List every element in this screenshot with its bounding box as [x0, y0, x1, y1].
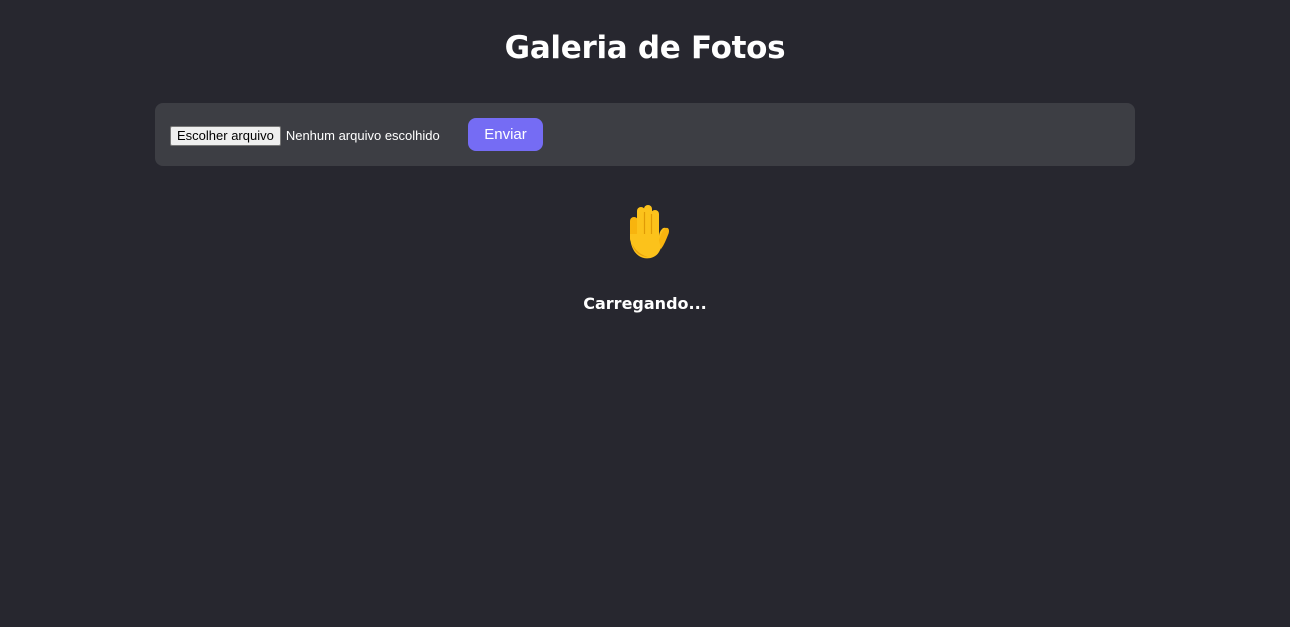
raised-hand-icon: [619, 200, 671, 262]
file-status-label: Nenhum arquivo escolhido: [285, 127, 440, 143]
file-input[interactable]: Escolher arquivo Nenhum arquivo escolhid…: [170, 125, 440, 146]
page-title: Galeria de Fotos: [504, 30, 786, 66]
loading-indicator: [0, 200, 1290, 267]
upload-form: Escolher arquivo Nenhum arquivo escolhid…: [155, 103, 1135, 166]
choose-file-button[interactable]: Escolher arquivo: [170, 125, 281, 146]
loading-text: Carregando...: [583, 294, 707, 313]
send-button[interactable]: Enviar: [468, 118, 543, 151]
